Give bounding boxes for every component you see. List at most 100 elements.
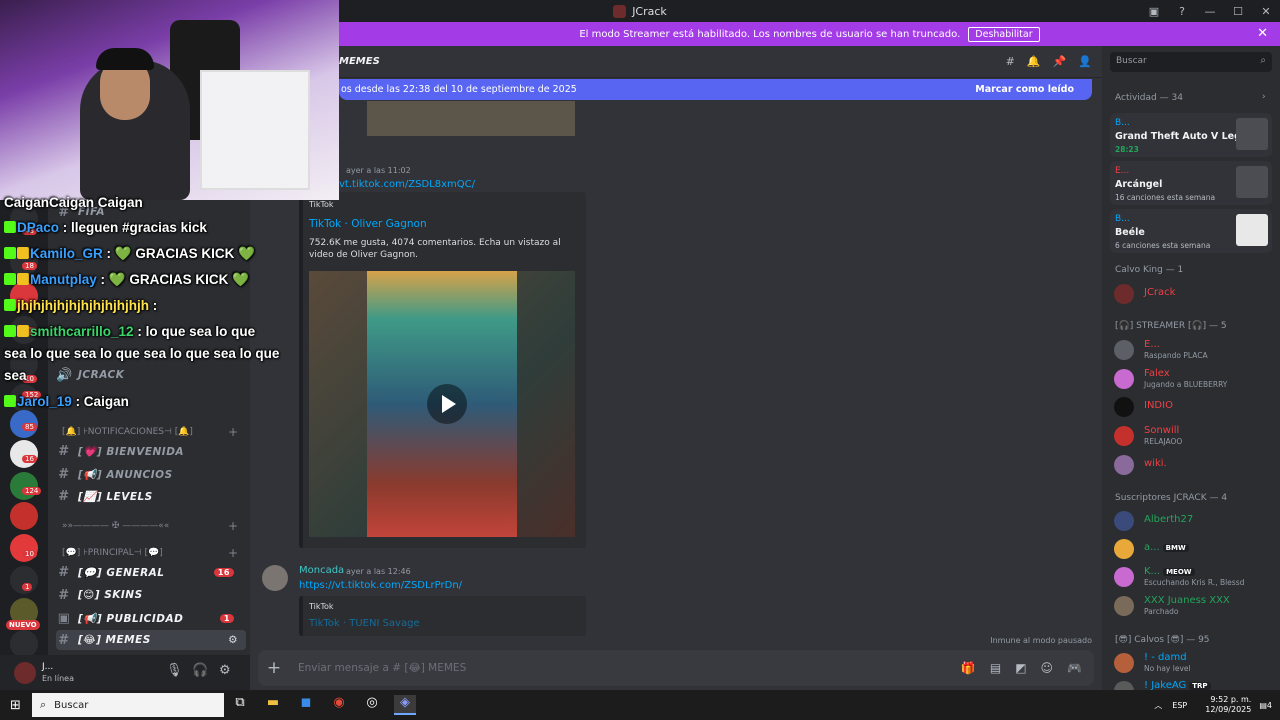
channel-name: [📈] LEVELS: [78, 490, 153, 503]
member-list: Buscar ⌕ Actividad — 34 › B... Grand The…: [1102, 46, 1280, 690]
gift-icon[interactable]: 🎁: [961, 661, 976, 675]
category-notificaciones[interactable]: [🔔] ⊦NOTIFICACIONES⊣ [🔔] +: [62, 424, 242, 440]
plus-icon[interactable]: +: [258, 658, 290, 678]
activity-user: B...: [1115, 214, 1130, 224]
member-item[interactable]: JCrack: [1114, 283, 1274, 305]
member-name: XXX Juaness XXX: [1144, 595, 1230, 606]
member-item[interactable]: ! - damd No hay level: [1114, 652, 1274, 674]
file-explorer-icon[interactable]: ▬: [262, 695, 284, 715]
pin-icon[interactable]: 📌: [1053, 55, 1067, 68]
activity-header[interactable]: Actividad — 34: [1115, 93, 1183, 103]
role-header: [😎] Calvos [😎] — 95: [1115, 635, 1210, 645]
member-item[interactable]: INDIO: [1114, 396, 1274, 418]
taskbar-search[interactable]: ⌕ Buscar: [32, 693, 224, 717]
message-composer[interactable]: + Enviar mensaje a # [😂] MEMES 🎁 ▤ ◩ ☺ 🎮: [258, 650, 1094, 686]
close-icon[interactable]: ✕: [1257, 26, 1268, 41]
search-icon: ⌕: [1260, 55, 1266, 66]
channel-item-publicidad[interactable]: ▣ [📢] PUBLICIDAD 1: [56, 608, 246, 628]
server-icon[interactable]: [10, 440, 38, 468]
member-item[interactable]: ! JakeAG TRP: [1114, 680, 1274, 690]
member-item[interactable]: a... BMW: [1114, 538, 1274, 560]
chevron-right-icon[interactable]: ›: [1262, 92, 1266, 102]
message-input[interactable]: Enviar mensaje a # [😂] MEMES: [298, 662, 466, 674]
threads-icon[interactable]: #: [1006, 55, 1015, 68]
search-input[interactable]: Buscar ⌕: [1110, 52, 1272, 72]
embed-title[interactable]: TikTok · Oliver Gagnon: [309, 218, 427, 230]
member-item[interactable]: Alberth27: [1114, 510, 1274, 532]
activity-icon[interactable]: 🎮: [1067, 661, 1082, 675]
user-info[interactable]: J... En línea: [42, 662, 74, 684]
avatar[interactable]: [14, 661, 36, 684]
previous-image[interactable]: [367, 101, 575, 136]
chat-message: :: [152, 298, 158, 313]
gear-icon[interactable]: ⚙: [219, 663, 231, 678]
message-link[interactable]: vt.tiktok.com/ZSDL8xmQC/: [339, 179, 475, 190]
windows-start-icon[interactable]: ⊞: [10, 698, 21, 713]
activity-user: E...: [1115, 166, 1130, 176]
plus-icon[interactable]: +: [228, 546, 238, 560]
category-principal[interactable]: [💬] ⊦PRINCIPAL⊣ [💬] +: [62, 545, 242, 561]
channel-item-bienvenida[interactable]: # [💗] BIENVENIDA: [56, 441, 246, 461]
headphones-icon[interactable]: 🎧: [192, 663, 208, 678]
help-icon[interactable]: ?: [1168, 5, 1196, 18]
activity-card[interactable]: B... Grand Theft Auto V Legacy 28:23: [1110, 113, 1272, 157]
server-icon[interactable]: [10, 630, 38, 658]
members-icon[interactable]: 👤: [1078, 55, 1092, 68]
plus-icon[interactable]: +: [228, 519, 238, 533]
member-item[interactable]: E... Raspando PLACA: [1114, 339, 1274, 361]
activity-card[interactable]: E... Arcángel 16 canciones esta semana: [1110, 161, 1272, 205]
member-item[interactable]: Sonwill RELAJAOO: [1114, 425, 1274, 447]
new-messages-bar[interactable]: os desde las 22:38 del 10 de septiembre …: [339, 79, 1092, 100]
language-indicator[interactable]: ESP: [1172, 701, 1187, 710]
message-author[interactable]: Moncada: [299, 565, 344, 576]
member-item[interactable]: Falex Jugando a BLUEBERRY: [1114, 368, 1274, 390]
channel-item-levels[interactable]: # [📈] LEVELS: [56, 486, 246, 506]
avatar[interactable]: [262, 565, 288, 591]
video-thumbnail[interactable]: [309, 271, 575, 537]
member-item[interactable]: wiki.: [1114, 454, 1274, 476]
hash-icon: #: [58, 488, 70, 504]
category-name: »»———— ✠ ————««: [62, 521, 170, 531]
server-icon[interactable]: [10, 502, 38, 530]
clock[interactable]: 9:52 p. m. 12/09/2025: [1205, 695, 1251, 715]
channel-item-anuncios[interactable]: # [📢] ANUNCIOS: [56, 464, 246, 484]
task-view-icon[interactable]: ⧉: [229, 695, 251, 715]
forum-icon: ▣: [57, 610, 71, 626]
notification-icon[interactable]: ▤4: [1259, 701, 1272, 710]
chat-username: Manutplay: [30, 272, 97, 287]
chat-line: sea: [4, 368, 27, 383]
disable-streamer-button[interactable]: Deshabilitar: [968, 26, 1040, 42]
minimize-button[interactable]: —: [1196, 5, 1224, 18]
system-tray: ︿ ESP 9:52 p. m. 12/09/2025 ▤4: [1154, 690, 1280, 720]
emoji-icon[interactable]: ☺: [1041, 661, 1054, 675]
settings-icon[interactable]: ⚙: [228, 634, 238, 646]
maximize-button[interactable]: ☐: [1224, 5, 1252, 18]
chat-line: Jarol_19 : Caigan: [4, 394, 129, 409]
mark-read-button[interactable]: Marcar como leído: [975, 84, 1074, 95]
microphone-icon[interactable]: 🎙: [166, 663, 183, 678]
embed-title[interactable]: TikTok · TUENI Savage: [309, 618, 420, 629]
obs-icon[interactable]: ◎: [361, 695, 383, 715]
message-link[interactable]: https://vt.tiktok.com/ZSDLrPrDn/: [299, 580, 462, 591]
inbox-icon[interactable]: ▣: [1140, 5, 1168, 18]
category-divider[interactable]: »»———— ✠ ————«« +: [62, 518, 242, 534]
activity-card[interactable]: B... Beéle 6 canciones esta semana: [1110, 209, 1272, 253]
member-item[interactable]: XXX Juaness XXX Parchado: [1114, 595, 1274, 617]
close-window-button[interactable]: ✕: [1252, 5, 1280, 18]
avatar: [1114, 455, 1134, 475]
server-icon[interactable]: [10, 472, 38, 500]
member-item[interactable]: K... MEOW Escuchando Kris R., Blessd: [1114, 566, 1274, 588]
outlook-icon[interactable]: ◼: [295, 695, 317, 715]
chevron-up-icon[interactable]: ︿: [1154, 700, 1162, 711]
channel-item-general[interactable]: # [💬] GENERAL 16: [56, 562, 246, 582]
chat-message: : 💚 GRACIAS KICK 💚: [100, 272, 249, 287]
chrome-icon[interactable]: ◉: [328, 695, 350, 715]
sticker-icon[interactable]: ◩: [1015, 661, 1026, 675]
plus-icon[interactable]: +: [228, 425, 238, 439]
channel-item-memes[interactable]: # [😂] MEMES ⚙: [56, 630, 246, 650]
bell-icon[interactable]: 🔔: [1027, 55, 1041, 68]
discord-icon[interactable]: ◈: [394, 695, 416, 715]
gif-icon[interactable]: ▤: [990, 661, 1001, 675]
play-icon[interactable]: [427, 384, 467, 424]
channel-item-skins[interactable]: # [😊] SKINS: [56, 585, 246, 605]
